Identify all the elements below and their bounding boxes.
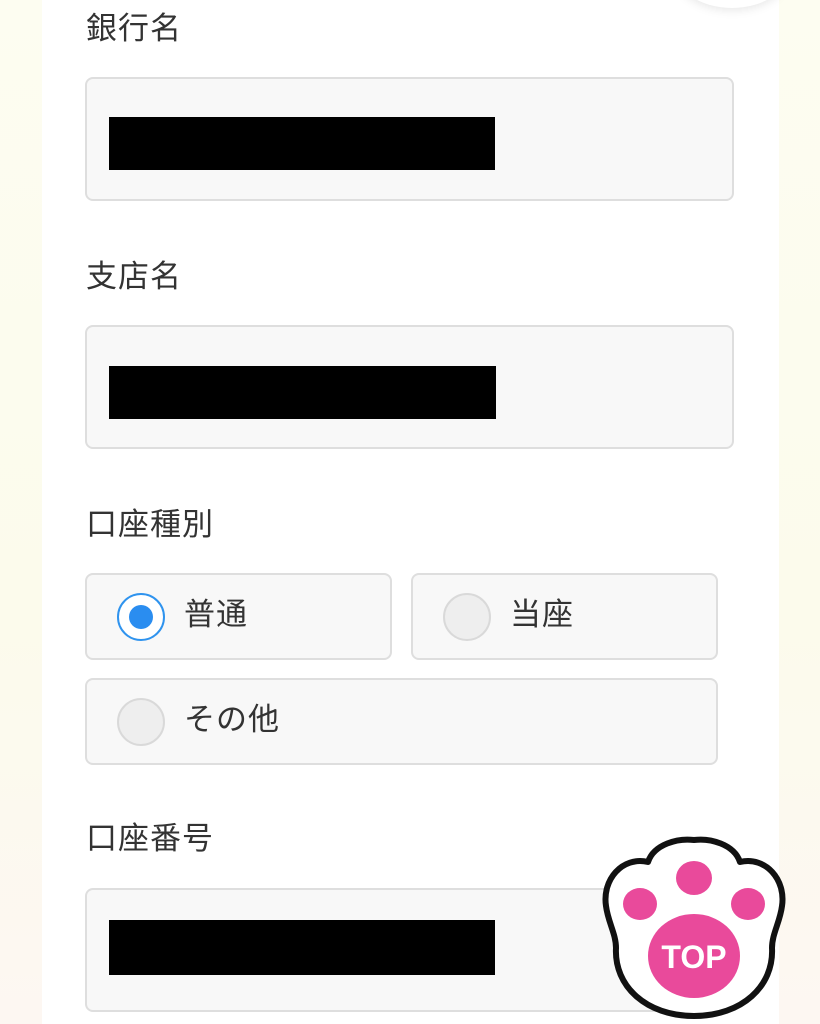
paw-icon: TOP xyxy=(602,836,786,1019)
radio-checked-icon xyxy=(117,593,165,641)
radio-option-futsu[interactable]: 普通 xyxy=(85,573,392,660)
redacted-value xyxy=(109,920,495,975)
radio-option-touza[interactable]: 当座 xyxy=(411,573,718,660)
radio-label: 普通 xyxy=(184,597,248,633)
radio-label: その他 xyxy=(184,702,280,738)
back-to-top-button[interactable]: TOP xyxy=(596,836,792,1022)
radio-unchecked-icon xyxy=(117,698,165,746)
radio-unchecked-icon xyxy=(443,593,491,641)
account-number-label: 口座番号 xyxy=(86,821,214,857)
redacted-value xyxy=(109,366,496,419)
radio-option-other[interactable]: その他 xyxy=(85,678,718,765)
branch-name-label: 支店名 xyxy=(86,259,182,295)
radio-label: 当座 xyxy=(510,597,574,633)
bank-name-input[interactable] xyxy=(85,77,734,201)
top-button-label: TOP xyxy=(661,939,726,975)
branch-name-input[interactable] xyxy=(85,325,734,449)
account-type-label: 口座種別 xyxy=(86,507,214,543)
bank-name-label: 銀行名 xyxy=(86,11,182,47)
redacted-value xyxy=(109,117,495,170)
